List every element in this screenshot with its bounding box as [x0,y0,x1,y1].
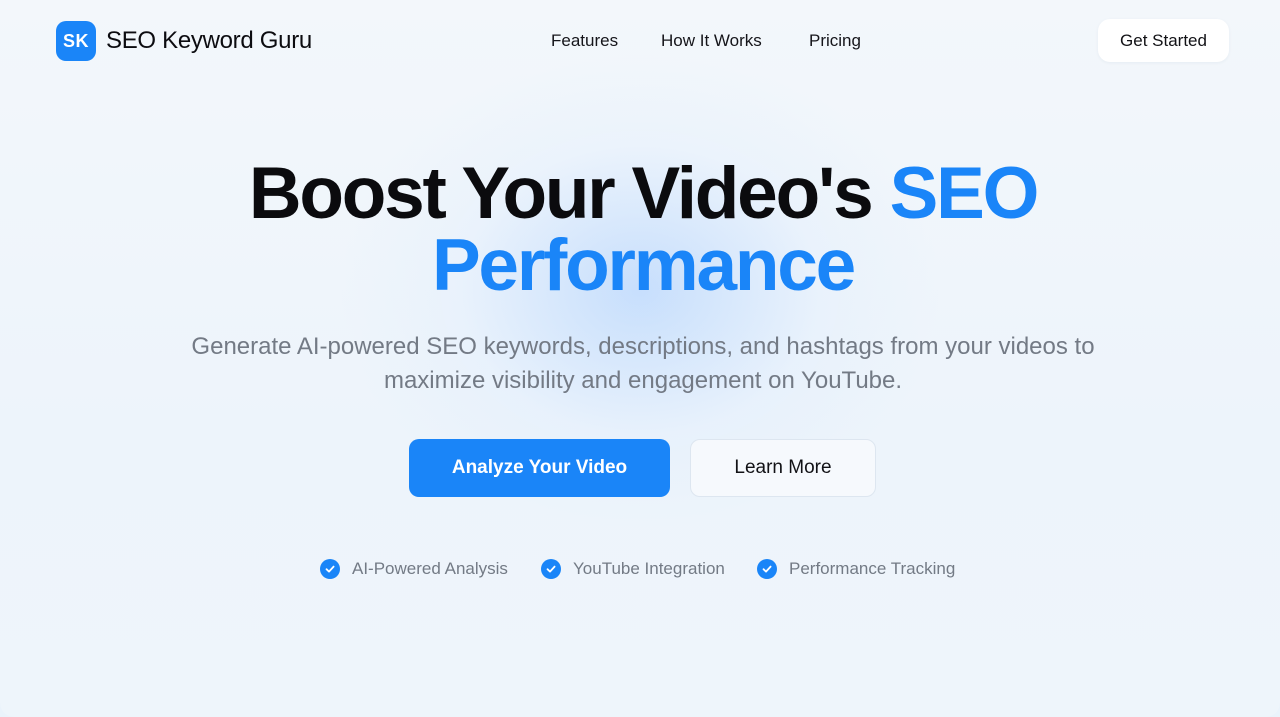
analyze-video-button[interactable]: Analyze Your Video [409,439,670,497]
hero-title-line2: Performance [431,225,856,306]
logo-badge[interactable]: SK [56,21,96,61]
learn-more-button[interactable]: Learn More [690,439,876,497]
nav-link-pricing[interactable]: Pricing [809,30,861,52]
feature-item-ai-analysis: AI-Powered Analysis [320,558,508,580]
hero-subtitle: Generate AI-powered SEO keywords, descri… [191,333,1095,394]
check-circle-icon [541,559,561,579]
hero-title-accent: SEO [889,153,1040,234]
landing-page: SK SEO Keyword Guru Features How It Work… [0,0,1280,717]
feature-label: YouTube Integration [573,559,725,578]
hero-title-part1: Boost Your Video's [248,153,890,234]
check-circle-icon [320,559,340,579]
nav-link-features[interactable]: Features [551,30,618,52]
check-circle-icon [757,559,777,579]
feature-label: AI-Powered Analysis [352,559,508,578]
get-started-button[interactable]: Get Started [1098,19,1229,62]
feature-item-performance-tracking: Performance Tracking [757,558,955,580]
feature-label: Performance Tracking [789,559,956,578]
nav-link-how-it-works[interactable]: How It Works [661,30,762,52]
feature-item-youtube-integration: YouTube Integration [541,558,725,580]
logo-text[interactable]: SEO Keyword Guru [106,26,312,56]
